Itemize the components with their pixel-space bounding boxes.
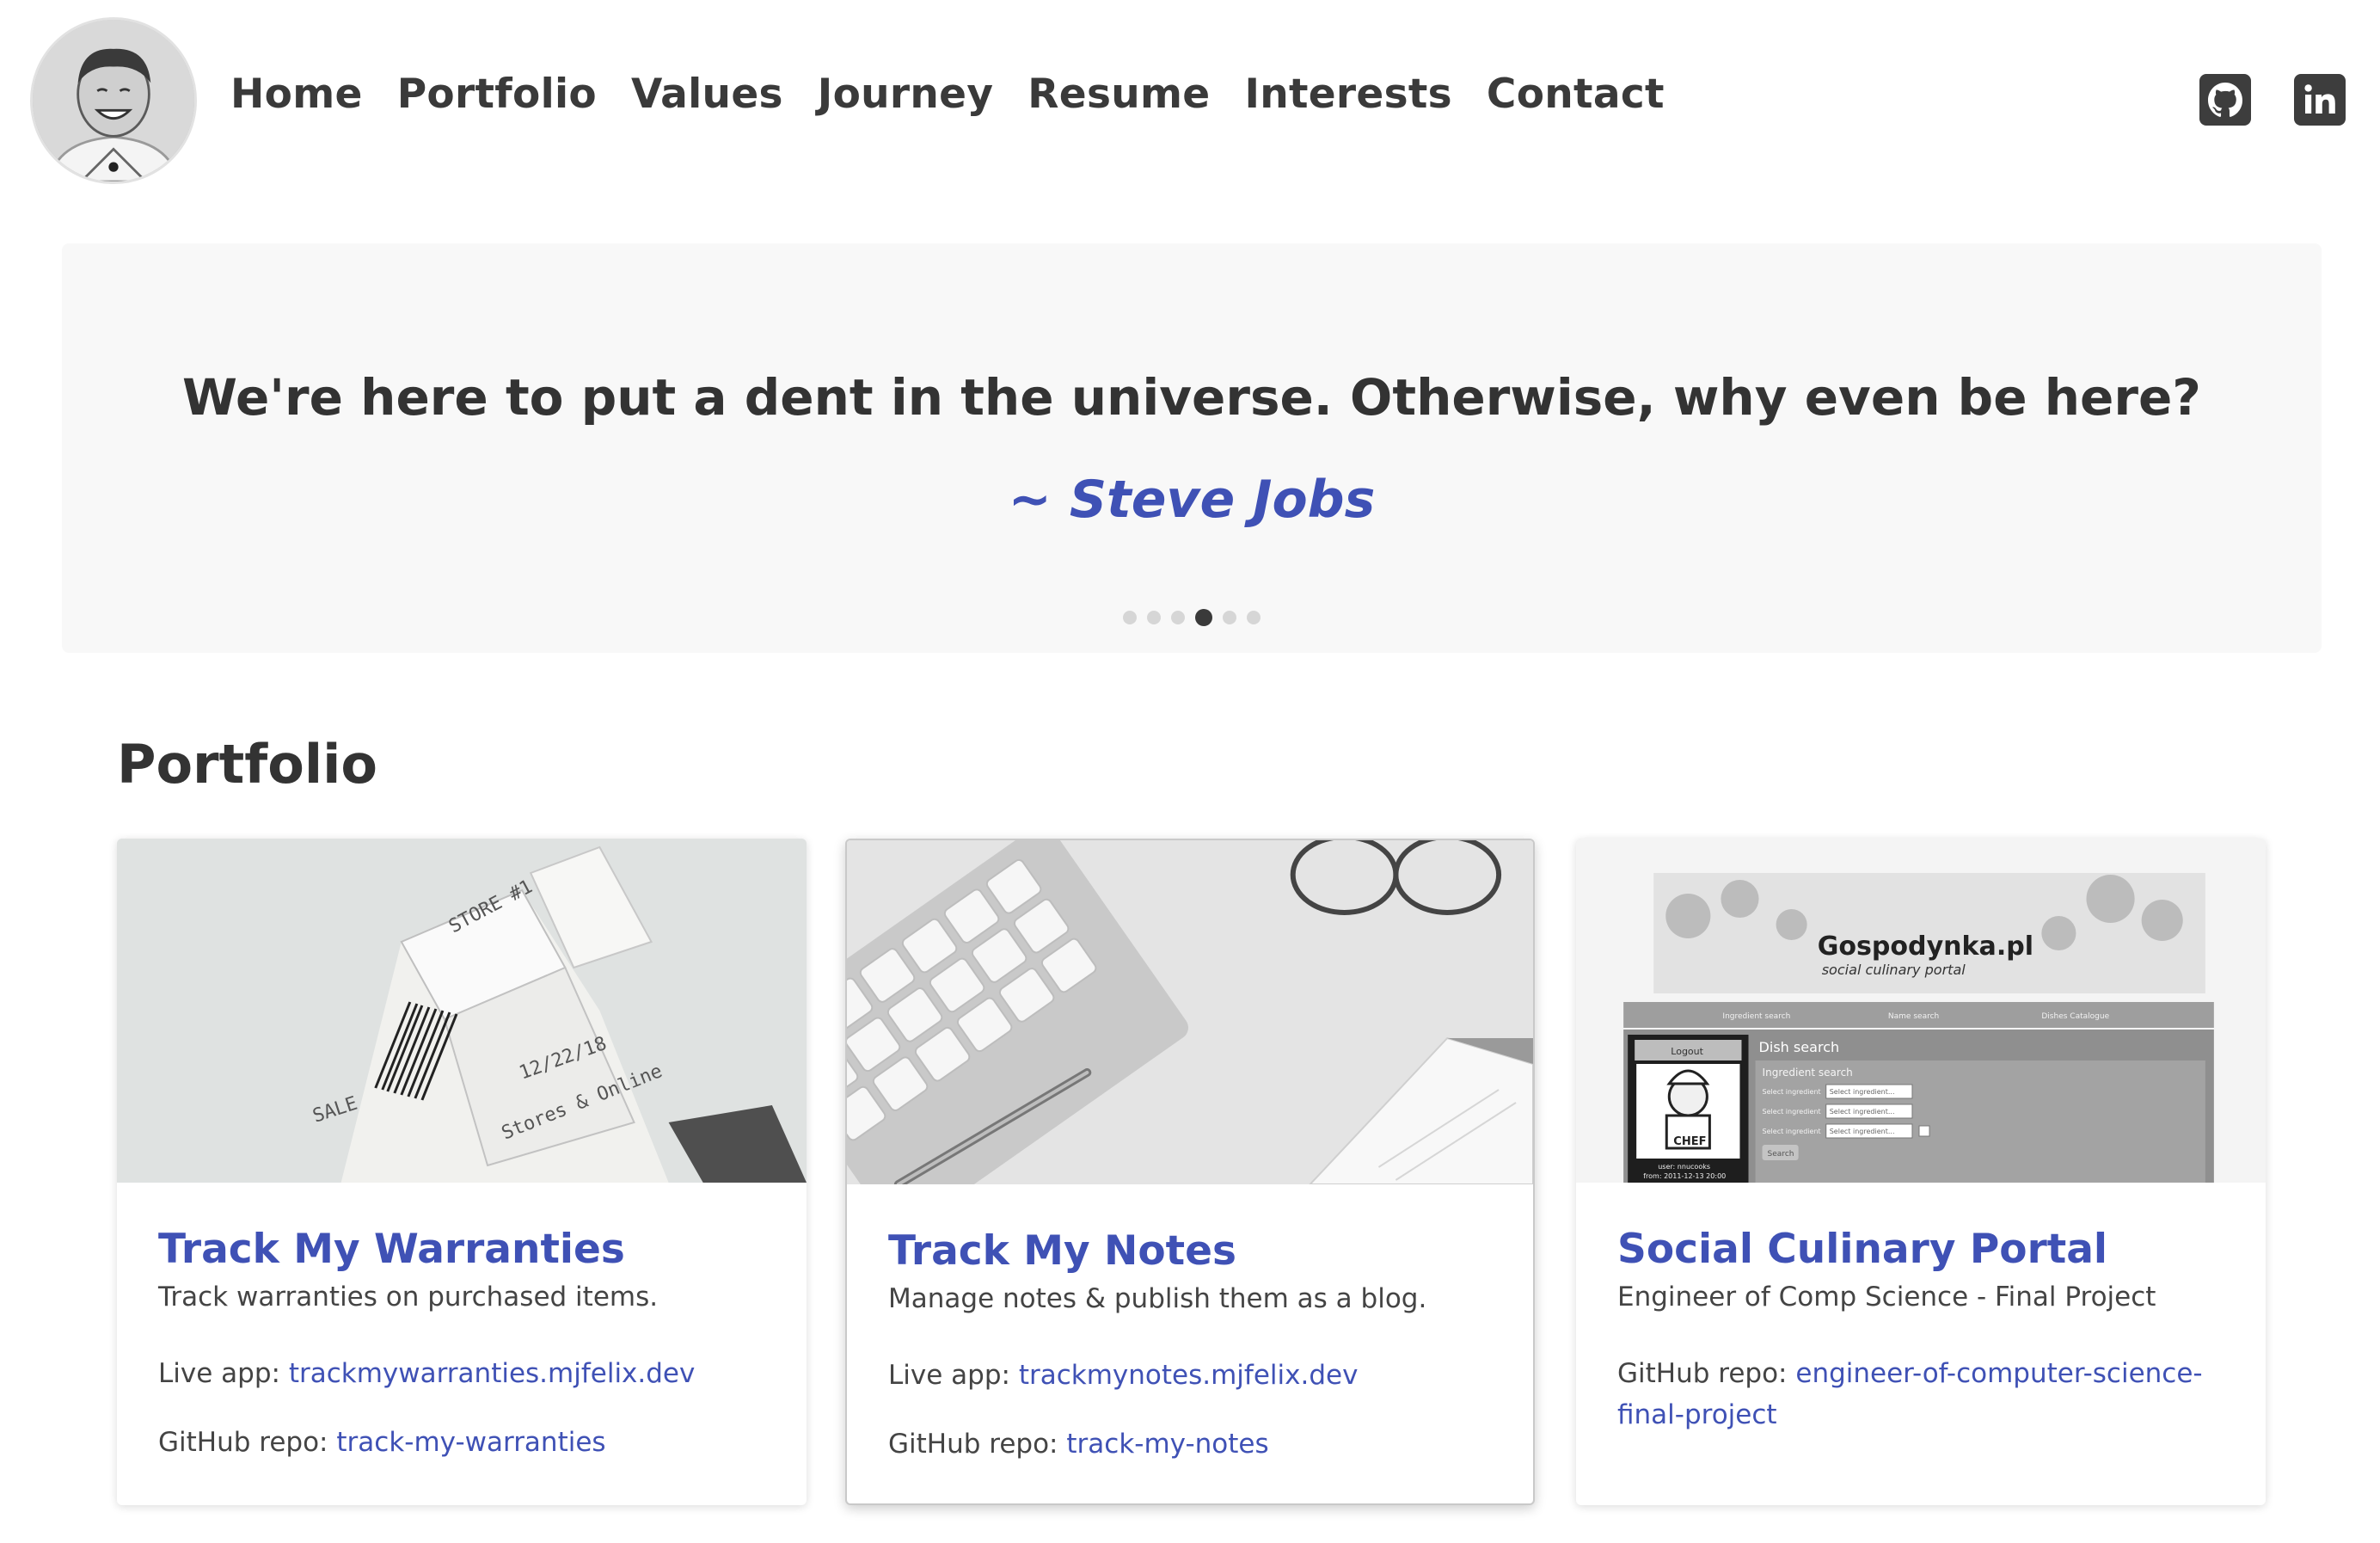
main-nav: Home Portfolio Values Journey Resume Int… bbox=[230, 71, 1699, 118]
carousel-dot[interactable] bbox=[1171, 611, 1185, 624]
live-label: Live app: bbox=[888, 1360, 1010, 1391]
site-title: Gospodynka.pl bbox=[1818, 931, 2033, 962]
carousel-dots bbox=[62, 609, 2322, 626]
portfolio-card-warranties[interactable]: STORE #1 12/22/18 Stores & Online SALE T… bbox=[117, 839, 807, 1505]
avatar-portrait-icon bbox=[33, 20, 194, 181]
github-repo-link[interactable]: track-my-notes bbox=[1066, 1429, 1268, 1460]
card-description: Manage notes & publish them as a blog. bbox=[888, 1283, 1427, 1314]
carousel-dot[interactable] bbox=[1195, 609, 1212, 626]
live-app-link[interactable]: trackmywarranties.mjfelix.dev bbox=[289, 1358, 696, 1389]
section-title-portfolio: Portfolio bbox=[117, 733, 377, 796]
quote-text: We're here to put a dent in the universe… bbox=[182, 368, 2201, 427]
quote-author: ~ Steve Jobs bbox=[1008, 470, 1376, 530]
site-select: Select ingredient... bbox=[1830, 1108, 1895, 1116]
site-row-label: Select ingredient bbox=[1763, 1108, 1821, 1116]
nav-contact[interactable]: Contact bbox=[1487, 71, 1665, 118]
site-tab-1: Ingredient search bbox=[1722, 1012, 1790, 1021]
site-select: Select ingredient... bbox=[1830, 1088, 1895, 1096]
github-link[interactable] bbox=[2199, 74, 2251, 126]
linkedin-icon bbox=[2304, 84, 2335, 114]
site-tab-2: Name search bbox=[1888, 1012, 1939, 1021]
card-description: Track warranties on purchased items. bbox=[158, 1282, 659, 1312]
carousel-dot[interactable] bbox=[1223, 611, 1236, 624]
nav-resume[interactable]: Resume bbox=[1027, 71, 1210, 118]
repo-label: GitHub repo: bbox=[1617, 1358, 1788, 1389]
github-icon bbox=[2208, 83, 2243, 117]
site-subtitle: social culinary portal bbox=[1822, 962, 1966, 978]
avatar[interactable] bbox=[30, 17, 197, 184]
site-user-date: from: 2011-12-13 20:00 bbox=[1643, 1172, 1726, 1180]
card-repo-line: GitHub repo: engineer-of-computer-scienc… bbox=[1617, 1353, 2228, 1435]
site-select: Select ingredient... bbox=[1830, 1128, 1895, 1135]
nav-interests[interactable]: Interests bbox=[1244, 71, 1451, 118]
site-row-label: Select ingredient bbox=[1763, 1088, 1821, 1096]
site-panel-title: Dish search bbox=[1759, 1039, 1840, 1055]
carousel-dot[interactable] bbox=[1247, 611, 1261, 624]
quote-carousel: We're here to put a dent in the universe… bbox=[62, 243, 2322, 653]
receipt-image: STORE #1 12/22/18 Stores & Online SALE bbox=[117, 839, 807, 1183]
portfolio-card-culinary[interactable]: Gospodynka.pl social culinary portal Ing… bbox=[1576, 839, 2266, 1505]
card-description: Engineer of Comp Science - Final Project bbox=[1617, 1282, 2156, 1312]
card-live-line: Live app: trackmynotes.mjfelix.dev bbox=[888, 1355, 1499, 1396]
card-image bbox=[847, 840, 1533, 1184]
carousel-dot[interactable] bbox=[1123, 611, 1137, 624]
nav-values[interactable]: Values bbox=[631, 71, 783, 118]
card-title[interactable]: Track My Warranties bbox=[158, 1226, 625, 1273]
site-chef: CHEF bbox=[1673, 1135, 1706, 1148]
site-row-label: Select ingredient bbox=[1763, 1128, 1821, 1135]
card-repo-line: GitHub repo: track-my-warranties bbox=[158, 1422, 769, 1463]
portfolio-card-notes[interactable]: Track My Notes Manage notes & publish th… bbox=[845, 839, 1535, 1505]
nav-journey[interactable]: Journey bbox=[818, 71, 994, 118]
repo-label: GitHub repo: bbox=[158, 1427, 328, 1458]
github-repo-link[interactable]: track-my-warranties bbox=[336, 1427, 605, 1458]
card-live-line: Live app: trackmywarranties.mjfelix.dev bbox=[158, 1353, 769, 1394]
site-search-button: Search bbox=[1768, 1150, 1794, 1159]
live-app-link[interactable]: trackmynotes.mjfelix.dev bbox=[1019, 1360, 1359, 1391]
site-panel-subtitle: Ingredient search bbox=[1763, 1067, 1853, 1079]
carousel-dot[interactable] bbox=[1147, 611, 1161, 624]
linkedin-link[interactable] bbox=[2294, 74, 2346, 126]
keyboard-desk-image bbox=[847, 840, 1533, 1184]
card-image: Gospodynka.pl social culinary portal Ing… bbox=[1576, 839, 2266, 1183]
repo-label: GitHub repo: bbox=[888, 1429, 1058, 1460]
nav-portfolio[interactable]: Portfolio bbox=[397, 71, 597, 118]
card-title[interactable]: Social Culinary Portal bbox=[1617, 1226, 2107, 1273]
card-repo-line: GitHub repo: track-my-notes bbox=[888, 1423, 1499, 1465]
nav-home[interactable]: Home bbox=[230, 71, 363, 118]
site-logout: Logout bbox=[1671, 1046, 1703, 1057]
site-user: user: nnucooks bbox=[1658, 1163, 1710, 1171]
website-screenshot-image: Gospodynka.pl social culinary portal Ing… bbox=[1576, 839, 2266, 1183]
card-title[interactable]: Track My Notes bbox=[888, 1227, 1236, 1275]
live-label: Live app: bbox=[158, 1358, 280, 1389]
site-tab-3: Dishes Catalogue bbox=[2041, 1012, 2109, 1021]
card-image: STORE #1 12/22/18 Stores & Online SALE bbox=[117, 839, 807, 1183]
site-header: Home Portfolio Values Journey Resume Int… bbox=[0, 0, 2380, 198]
